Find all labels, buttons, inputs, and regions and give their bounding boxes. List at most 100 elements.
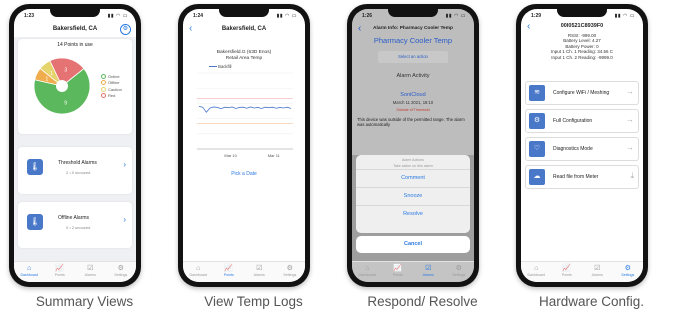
read-file-button[interactable]: ☁ Read file from Meter ⤓ <box>525 165 639 189</box>
pie-center <box>56 80 68 92</box>
wifi-icon: ≋ <box>529 85 545 101</box>
signal-icon: ▮▮ ◠ ▭ <box>445 13 466 19</box>
configure-wifi-button[interactable]: ≋ Configure WiFi / Meshing → <box>525 81 639 105</box>
phone-frame: 1:23 ▮▮ ◠ ▭ Bakersfield, CA ⚙ 14 Points … <box>9 4 141 287</box>
pie-legend: Online Offline Caution Red <box>101 73 122 99</box>
device-info: RSSI: -999.00 Battery Level: 4.27 Batter… <box>521 33 643 60</box>
device-id: 00I0521C8939F0 <box>560 23 604 29</box>
resolve-option[interactable]: Resolve <box>356 205 470 223</box>
tab-dashboard[interactable]: ⌂ Dashboard <box>352 262 383 282</box>
tab-settings[interactable]: ⚙ Settings <box>106 262 137 282</box>
signal-icon: ▮▮ ◠ ▭ <box>614 13 635 19</box>
pie-slice-label: 1 <box>45 77 48 83</box>
home-icon: ⌂ <box>196 265 201 272</box>
thermometer-icon: 🌡 <box>27 159 43 175</box>
nav-bar: ‹ Bakersfield, CA <box>183 23 305 37</box>
tab-alarms[interactable]: ☑ Alarms <box>244 262 275 282</box>
phone-frame: 1:29 ▮▮ ◠ ▭ ‹ 00I0521C8939F0 RSSI: -999.… <box>516 4 648 287</box>
nav-bar: Bakersfield, CA ⚙ <box>14 23 136 37</box>
notch <box>219 9 269 17</box>
chart-icon: 📈 <box>55 265 65 272</box>
tab-settings[interactable]: ⚙ Settings <box>444 262 475 282</box>
pie-slice-label: 1 <box>50 71 53 77</box>
tab-dashboard[interactable]: ⌂ Dashboard <box>14 262 45 282</box>
chart-title-2: Retail Area Temp <box>225 56 263 61</box>
cloud-download-icon: ☁ <box>529 169 545 185</box>
offline-alarms-card[interactable]: 🌡 Offline Alarms 0 • 2 snoozed › <box>18 202 132 248</box>
snooze-option[interactable]: Snooze <box>356 187 470 205</box>
threshold-alarms-count: 2 • 0 snoozed <box>66 170 91 175</box>
offline-dot-icon <box>101 80 106 86</box>
arrow-right-icon: → <box>626 143 634 152</box>
points-summary-card[interactable]: 14 Points in use 9 11 3 Online Offline Cau… <box>18 39 132 134</box>
tab-settings[interactable]: ⚙ Settings <box>613 262 644 282</box>
tab-alarms[interactable]: ☑ Alarms <box>75 262 106 282</box>
tab-dashboard[interactable]: ⌂ Dashboard <box>521 262 552 282</box>
page-title: Bakersfield, CA <box>221 26 267 32</box>
view-temp-logs-panel: 1:24 ▮▮ ◠ ▭ ‹ Bakersfield, CA Bakersfiel… <box>169 0 338 317</box>
series-line-backfill <box>198 106 292 113</box>
comment-option[interactable]: Comment <box>356 169 470 187</box>
download-icon: ⤓ <box>630 171 634 180</box>
phone-screen: 1:24 ▮▮ ◠ ▭ ‹ Bakersfield, CA Bakersfiel… <box>183 9 305 282</box>
arrow-right-icon: → <box>626 115 634 124</box>
chevron-right-icon[interactable]: › <box>123 215 126 224</box>
tab-alarms[interactable]: ☑ Alarms <box>413 262 444 282</box>
notch <box>50 9 100 17</box>
pie-slice-label: 3 <box>64 68 67 74</box>
diagnostics-mode-button[interactable]: ♡ Diagnostics Mode → <box>525 137 639 161</box>
caption: Hardware Config. <box>538 294 645 309</box>
tab-points[interactable]: 📈 Points <box>214 262 245 282</box>
gear-icon: ⚙ <box>455 265 462 272</box>
tab-points[interactable]: 📈 Points <box>383 262 414 282</box>
tab-points[interactable]: 📈 Points <box>45 262 76 282</box>
full-configuration-label: Full Configuration <box>553 118 593 124</box>
tab-settings[interactable]: ⚙ Settings <box>275 262 306 282</box>
pick-date-link[interactable]: Pick a Date <box>183 171 305 177</box>
status-time: 1:24 <box>193 13 204 19</box>
respond-resolve-panel: 1:26 ▮▮ ◠ ▭ ‹ Alarm Info: Pharmacy Coole… <box>338 0 507 317</box>
settings-icon[interactable]: ⚙ <box>120 24 131 35</box>
gear-icon: ⚙ <box>117 265 124 272</box>
x-tick-label: Mar 10 <box>224 153 237 158</box>
arrow-right-icon: → <box>626 87 634 96</box>
threshold-alarms-card[interactable]: 🌡 Threshold Alarms 2 • 0 snoozed › <box>18 147 132 194</box>
temp-line-chart: Mar 10 Mar 11 <box>197 72 293 158</box>
heart-pulse-icon: ♡ <box>529 141 545 157</box>
legend-red: Red <box>101 93 122 100</box>
action-sheet: Alarm Actions Take action on this alarm … <box>356 155 470 233</box>
tab-bar: ⌂ Dashboard 📈 Points ☑ Alarms ⚙ Settings <box>352 261 474 282</box>
caption: Respond/ Resolve <box>367 294 478 309</box>
phone-frame: 1:26 ▮▮ ◠ ▭ ‹ Alarm Info: Pharmacy Coole… <box>347 4 479 287</box>
status-time: 1:23 <box>24 13 35 19</box>
notch <box>557 9 607 17</box>
chart-icon: 📈 <box>393 265 403 272</box>
tab-bar: ⌂ Dashboard 📈 Points ☑ Alarms ⚙ Settings <box>14 261 136 282</box>
caption: Summary Views <box>35 294 134 309</box>
cancel-button[interactable]: Cancel <box>356 236 470 253</box>
configure-wifi-label: Configure WiFi / Meshing <box>553 90 610 96</box>
read-file-label: Read file from Meter <box>553 174 599 180</box>
chevron-right-icon[interactable]: › <box>123 160 126 169</box>
alarm-heading: Pharmacy Cooler Temp <box>373 36 453 45</box>
chart-icon: 📈 <box>562 265 572 272</box>
home-icon: ⌂ <box>534 265 539 272</box>
tab-dashboard[interactable]: ⌂ Dashboard <box>183 262 214 282</box>
caution-dot-icon <box>101 86 106 92</box>
points-pie-chart: 9 11 3 <box>33 57 91 115</box>
x-tick-label: Mar 11 <box>268 153 281 158</box>
tab-alarms[interactable]: ☑ Alarms <box>582 262 613 282</box>
sonicloud-label: SoniCloud <box>400 92 426 98</box>
full-configuration-button[interactable]: ⚙ Full Configuration → <box>525 109 639 133</box>
dashboard-background: 14 Points in use 9 11 3 Online Offline Cau… <box>14 37 136 262</box>
nav-title: Alarm Info: Pharmacy Cooler Temp <box>373 26 453 31</box>
input1-ch2-line: Input 1 Ch. 2 Reading: -9999.0 <box>551 54 613 60</box>
select-action-button[interactable]: Select an action <box>378 51 448 63</box>
phone-screen: 1:23 ▮▮ ◠ ▭ Bakersfield, CA ⚙ 14 Points … <box>14 9 136 282</box>
alarm-icon: ☑ <box>425 265 432 272</box>
hardware-config-panel: 1:29 ▮▮ ◠ ▭ ‹ 00I0521C8939F0 RSSI: -999.… <box>507 0 676 317</box>
tab-points[interactable]: 📈 Points <box>552 262 583 282</box>
thermometer-icon: 🌡 <box>27 214 43 230</box>
points-in-use-label: 14 Points in use <box>57 42 93 48</box>
red-dot-icon <box>101 93 106 99</box>
